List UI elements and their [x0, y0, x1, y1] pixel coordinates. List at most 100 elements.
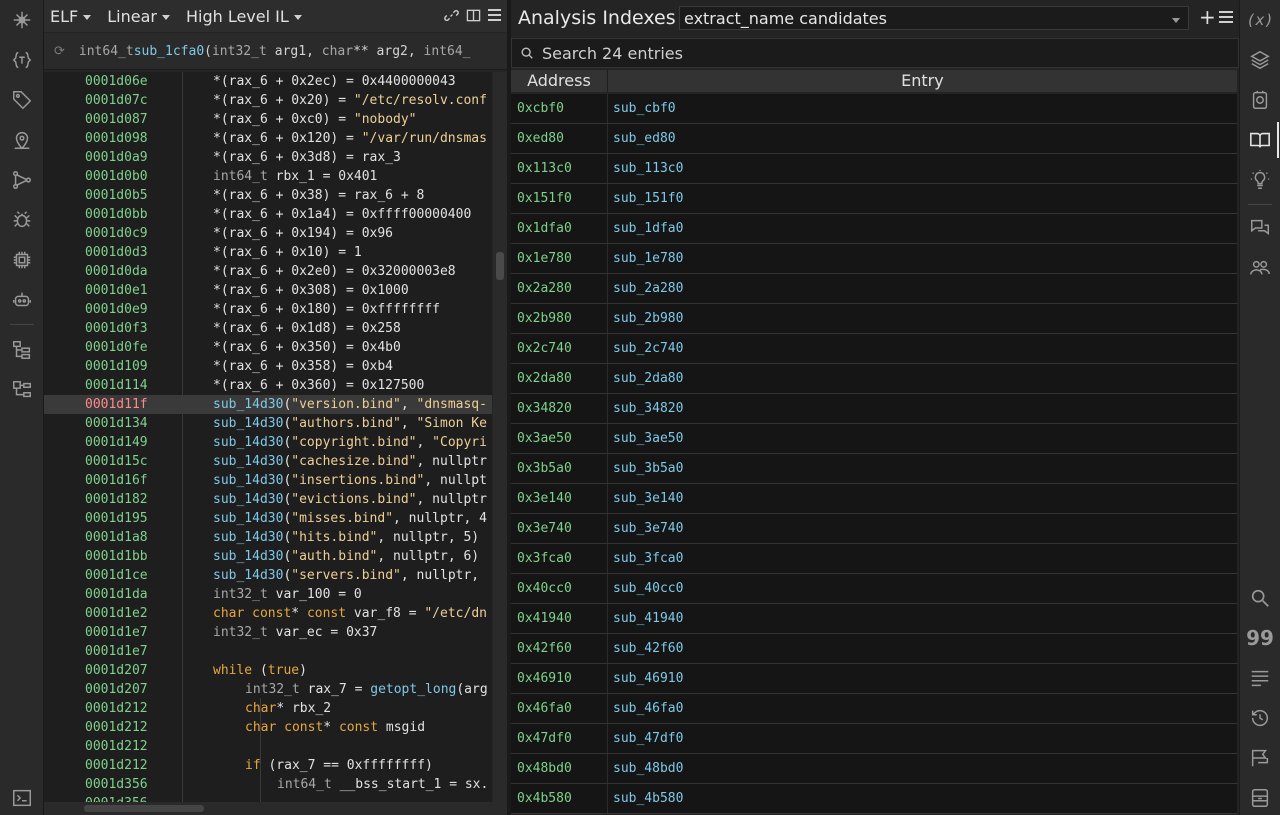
- line-address[interactable]: 0001d0fe: [85, 338, 148, 357]
- cell-entry[interactable]: sub_1dfa0: [613, 221, 683, 236]
- line-address[interactable]: 0001d07c: [85, 91, 148, 110]
- cell-address[interactable]: 0x34820: [517, 401, 572, 416]
- tags-icon[interactable]: [10, 88, 34, 112]
- column-header-entry[interactable]: Entry: [608, 70, 1237, 92]
- function-call-token[interactable]: sub_14d30: [213, 435, 283, 450]
- line-address[interactable]: 0001d0e1: [85, 281, 148, 300]
- code-line[interactable]: 0001d195 sub_14d30("misses.bind", nullptr…: [44, 509, 492, 528]
- function-call-token[interactable]: sub_14d30: [213, 397, 283, 412]
- cell-entry[interactable]: sub_3e140: [613, 491, 683, 506]
- flag-chat-icon[interactable]: [1248, 746, 1272, 770]
- cell-entry[interactable]: sub_151f0: [613, 191, 683, 206]
- line-address[interactable]: 0001d16f: [85, 471, 148, 490]
- table-row[interactable]: 0x3e740 sub_3e740: [511, 514, 1237, 544]
- line-address[interactable]: 0001d212: [85, 756, 148, 775]
- cell-entry[interactable]: sub_1e780: [613, 251, 683, 266]
- code-line[interactable]: 0001d1a8 sub_14d30("hits.bind", nullptr, …: [44, 528, 492, 547]
- variables-icon[interactable]: (x): [1246, 8, 1273, 32]
- cell-address[interactable]: 0x3e740: [517, 521, 572, 536]
- cell-entry[interactable]: sub_2b980: [613, 311, 683, 326]
- cell-entry[interactable]: sub_48bd0: [613, 761, 683, 776]
- index-select[interactable]: extract_name candidates: [679, 6, 1189, 30]
- column-header-address[interactable]: Address: [511, 70, 608, 92]
- cell-entry[interactable]: sub_2c740: [613, 341, 683, 356]
- code-line[interactable]: 0001d0f3 *(rax_6 + 0x1d8) = 0x258: [44, 319, 492, 338]
- line-address[interactable]: 0001d0c9: [85, 224, 148, 243]
- code-line[interactable]: 0001d212 char const* const msgid: [44, 718, 492, 737]
- line-address[interactable]: 0001d109: [85, 357, 148, 376]
- line-address[interactable]: 0001d087: [85, 110, 148, 129]
- code-lines[interactable]: 0001d06e *(rax_6 + 0x2ec) = 0x4400000043 0…: [44, 72, 492, 802]
- line-address[interactable]: 0001d1da: [85, 585, 148, 604]
- function-call-token[interactable]: sub_14d30: [213, 454, 283, 469]
- code-line[interactable]: 0001d0b5 *(rax_6 + 0x38) = rax_6 + 8: [44, 186, 492, 205]
- link-icon[interactable]: [444, 8, 459, 27]
- search-icon[interactable]: [1248, 586, 1272, 610]
- table-row[interactable]: 0x113c0 sub_113c0: [511, 154, 1237, 184]
- cell-entry[interactable]: sub_40cc0: [613, 581, 683, 596]
- code-line[interactable]: 0001d356 int64_t __bss_start_1 = sx.: [44, 775, 492, 794]
- code-line[interactable]: 0001d1e7: [44, 642, 492, 661]
- table-row[interactable]: 0x1e780 sub_1e780: [511, 244, 1237, 274]
- split-pane-icon[interactable]: [466, 8, 481, 27]
- text-lines-icon[interactable]: [1248, 666, 1272, 690]
- code-line[interactable]: 0001d15c sub_14d30("cachesize.bind", null…: [44, 452, 492, 471]
- cell-address[interactable]: 0x2da80: [517, 371, 572, 386]
- history-icon[interactable]: [1248, 706, 1272, 730]
- code-line[interactable]: 0001d098 *(rax_6 + 0x120) = "/var/run/dns…: [44, 129, 492, 148]
- code-line[interactable]: 0001d182 sub_14d30("evictions.bind", null…: [44, 490, 492, 509]
- view-mode-dropdown[interactable]: Linear: [107, 7, 170, 26]
- code-line[interactable]: 0001d0a9 *(rax_6 + 0x3d8) = rax_3: [44, 148, 492, 167]
- cell-entry[interactable]: sub_cbf0: [613, 101, 676, 116]
- code-line[interactable]: 0001d207 while (true): [44, 661, 492, 680]
- code-line[interactable]: 0001d134 sub_14d30("authors.bind", "Simon…: [44, 414, 492, 433]
- cell-address[interactable]: 0x40cc0: [517, 581, 572, 596]
- search-input[interactable]: [540, 42, 1144, 64]
- code-line[interactable]: 0001d0da *(rax_6 + 0x2e0) = 0x32000003e8: [44, 262, 492, 281]
- table-row[interactable]: 0x151f0 sub_151f0: [511, 184, 1237, 214]
- line-address[interactable]: 0001d15c: [85, 452, 148, 471]
- table-row[interactable]: 0x3b5a0 sub_3b5a0: [511, 454, 1237, 484]
- line-address[interactable]: 0001d207: [85, 680, 148, 699]
- cell-entry[interactable]: sub_4b580: [613, 791, 683, 806]
- code-line[interactable]: 0001d1e7 int32_t var_ec = 0x37: [44, 623, 492, 642]
- code-line[interactable]: 0001d212 if (rax_7 == 0xffffffff): [44, 756, 492, 775]
- function-call-token[interactable]: getopt_long: [370, 682, 456, 697]
- cell-entry[interactable]: sub_3e740: [613, 521, 683, 536]
- cell-address[interactable]: 0xed80: [517, 131, 564, 146]
- code-line[interactable]: 0001d114 *(rax_6 + 0x360) = 0x127500: [44, 376, 492, 395]
- code-line[interactable]: 0001d149 sub_14d30("copyright.bind", "Cop…: [44, 433, 492, 452]
- chat-icon[interactable]: [1248, 216, 1272, 240]
- quotes-icon[interactable]: 99: [1246, 626, 1274, 650]
- line-address[interactable]: 0001d0bb: [85, 205, 148, 224]
- signature-function-name[interactable]: sub_1cfa0: [134, 44, 204, 59]
- line-address[interactable]: 0001d11f: [85, 395, 148, 414]
- line-address[interactable]: 0001d356: [85, 794, 148, 802]
- lightbulb-icon[interactable]: [1248, 168, 1272, 192]
- line-address[interactable]: 0001d1ce: [85, 566, 148, 585]
- table-row[interactable]: 0x48bd0 sub_48bd0: [511, 754, 1237, 784]
- code-line[interactable]: 0001d1ce sub_14d30("servers.bind", nullpt…: [44, 566, 492, 585]
- line-address[interactable]: 0001d356: [85, 775, 148, 794]
- table-row[interactable]: 0x40cc0 sub_40cc0: [511, 574, 1237, 604]
- cell-entry[interactable]: sub_46910: [613, 671, 683, 686]
- table-row[interactable]: 0x42f60 sub_42f60: [511, 634, 1237, 664]
- cell-entry[interactable]: sub_3b5a0: [613, 461, 683, 476]
- graph-icon[interactable]: [10, 168, 34, 192]
- cell-address[interactable]: 0x47df0: [517, 731, 572, 746]
- table-row[interactable]: 0x1dfa0 sub_1dfa0: [511, 214, 1237, 244]
- cell-address[interactable]: 0x2a280: [517, 281, 572, 296]
- cell-address[interactable]: 0x3b5a0: [517, 461, 572, 476]
- code-line[interactable]: 0001d212 char* rbx_2: [44, 699, 492, 718]
- cell-entry[interactable]: sub_2da80: [613, 371, 683, 386]
- line-address[interactable]: 0001d114: [85, 376, 148, 395]
- line-address[interactable]: 0001d212: [85, 718, 148, 737]
- cell-entry[interactable]: sub_41940: [613, 611, 683, 626]
- table-row[interactable]: 0x34820 sub_34820: [511, 394, 1237, 424]
- cell-entry[interactable]: sub_3ae50: [613, 431, 683, 446]
- code-line[interactable]: 0001d0bb *(rax_6 + 0x1a4) = 0xffff0000040…: [44, 205, 492, 224]
- table-row[interactable]: 0x46fa0 sub_46fa0: [511, 694, 1237, 724]
- code-line[interactable]: 0001d0e1 *(rax_6 + 0x308) = 0x1000: [44, 281, 492, 300]
- function-call-token[interactable]: sub_14d30: [213, 416, 283, 431]
- cell-entry[interactable]: sub_42f60: [613, 641, 683, 656]
